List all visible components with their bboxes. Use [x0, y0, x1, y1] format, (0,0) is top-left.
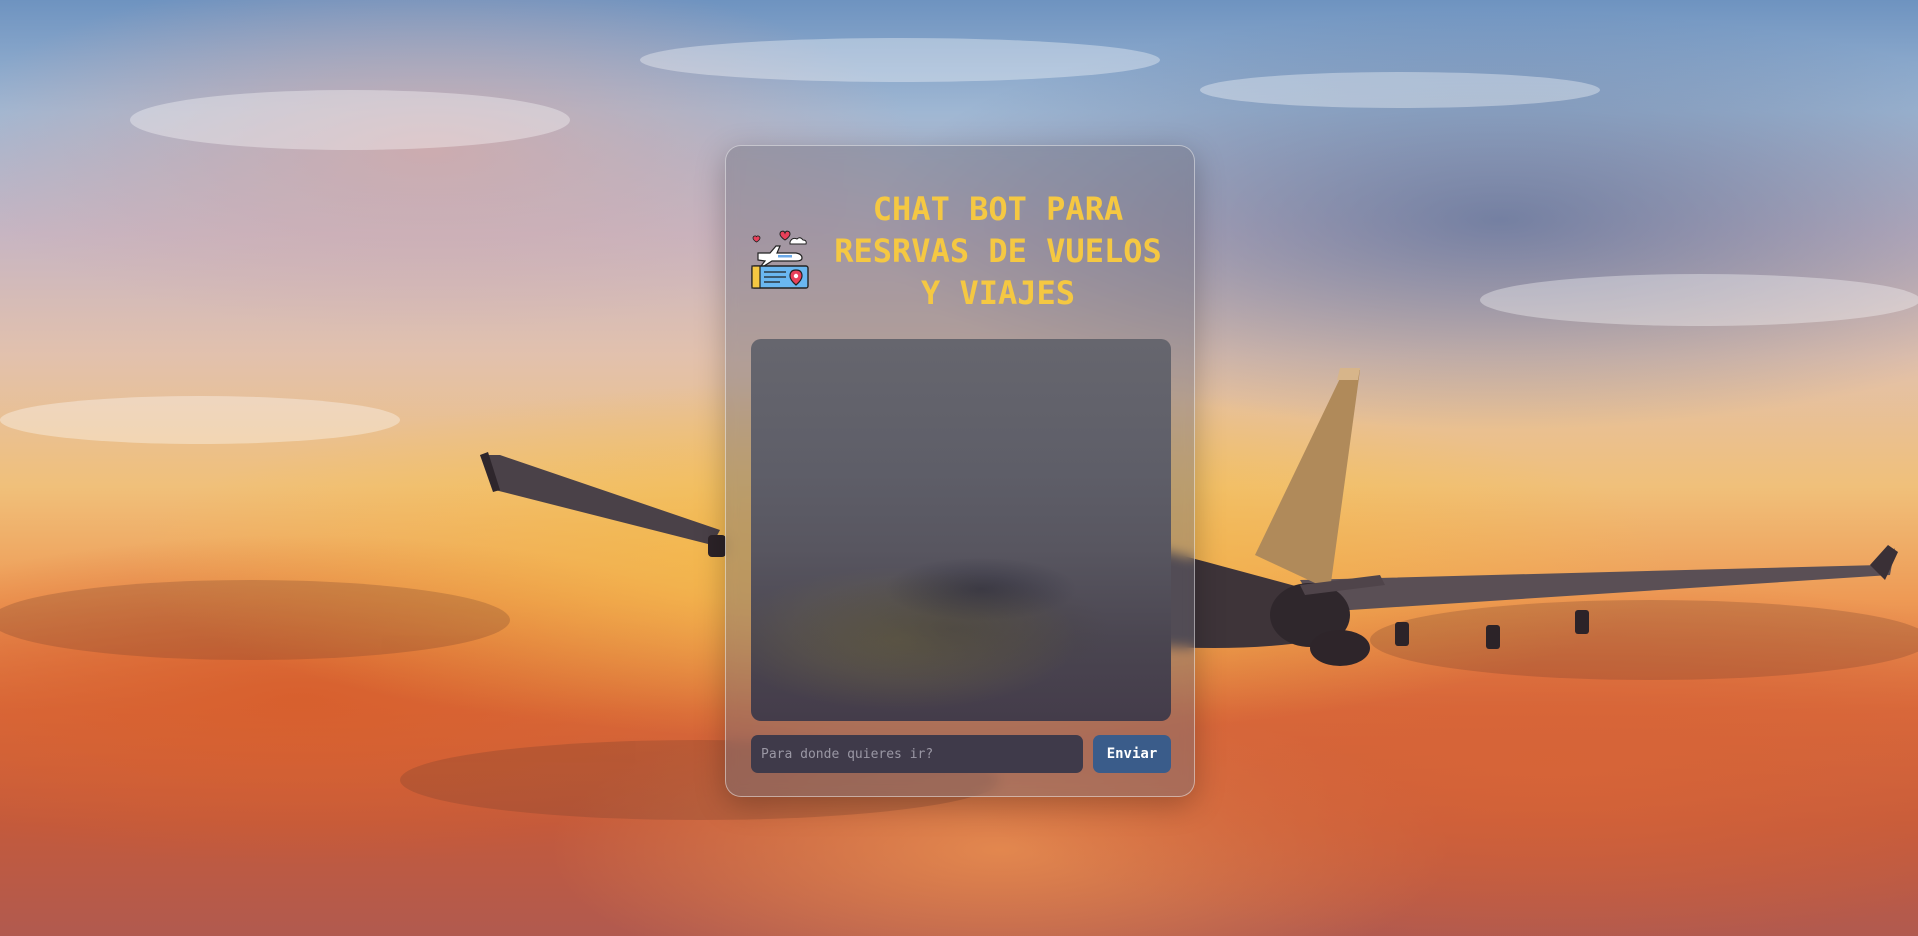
chat-messages-area[interactable]	[751, 339, 1171, 721]
message-input[interactable]	[751, 735, 1083, 773]
send-button[interactable]: Enviar	[1093, 735, 1171, 773]
page-title: CHAT BOT PARA RESRVAS DE VUELOS Y VIAJES	[834, 190, 1162, 312]
chat-header: CHAT BOT PARA RESRVAS DE VUELOS Y VIAJES	[750, 188, 1170, 312]
message-composer: Enviar	[751, 735, 1171, 773]
flight-ticket-icon	[750, 228, 812, 290]
chat-card: CHAT BOT PARA RESRVAS DE VUELOS Y VIAJES…	[725, 145, 1195, 797]
